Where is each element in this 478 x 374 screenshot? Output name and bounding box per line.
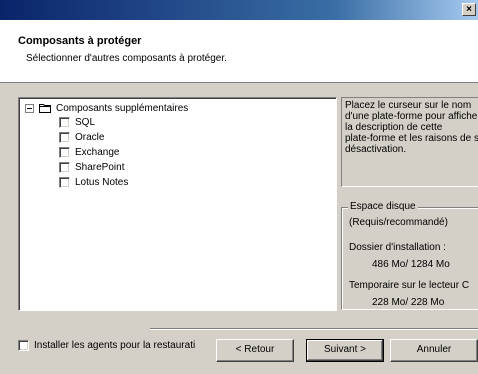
footer-separator [150, 328, 478, 330]
description-line: Placez le curseur sur le nom [345, 100, 472, 111]
close-icon: × [466, 4, 472, 15]
collapse-icon[interactable] [25, 103, 34, 113]
disk-space-group: Espace disque (Requis/recommandé) Dossie… [341, 201, 478, 310]
tree-item-sharepoint[interactable]: SharePoint [59, 161, 124, 173]
tree-item-oracle[interactable]: Oracle [59, 131, 104, 143]
description-line: plate-forme et les raisons de sa [345, 133, 478, 144]
description-line: désactivation. [345, 144, 407, 155]
install-agents-option[interactable]: Installer les agents pour la restaurati [18, 340, 195, 351]
back-button[interactable]: < Retour [216, 339, 294, 362]
page-subtitle: Sélectionner d'autres composants à proté… [26, 53, 227, 64]
page-title: Composants à protéger [18, 35, 142, 47]
install-folder-label: Dossier d'installation : [349, 242, 446, 253]
tree-item-label: SQL [75, 116, 96, 128]
oracle-checkbox[interactable] [59, 131, 70, 143]
tree-item-lotus-notes[interactable]: Lotus Notes [59, 176, 128, 188]
tree-item-exchange[interactable]: Exchange [59, 146, 119, 158]
disk-space-legend: Espace disque [348, 201, 418, 212]
components-tree[interactable]: Composants supplémentaires SQL Oracle Ex… [18, 97, 337, 311]
close-button[interactable]: × [462, 3, 476, 16]
cancel-button-label: Annuler [416, 344, 452, 355]
tree-item-label: Exchange [75, 146, 120, 158]
disk-required-label: (Requis/recommandé) [349, 217, 448, 228]
wizard-header: Composants à protéger Sélectionner d'aut… [0, 20, 478, 83]
sharepoint-checkbox[interactable] [59, 161, 70, 173]
install-agents-label: Installer les agents pour la restaurati [34, 340, 196, 351]
install-folder-value: 486 Mo/ 1284 Mo [372, 259, 450, 270]
folder-icon [39, 104, 51, 113]
description-panel: Placez le curseur sur le nom d'une plate… [341, 97, 478, 187]
title-bar: × [0, 0, 478, 20]
lotus-notes-checkbox[interactable] [59, 176, 70, 188]
next-button-label: Suivant > [324, 344, 366, 355]
cancel-button[interactable]: Annuler [390, 339, 478, 362]
tree-root-node[interactable]: Composants supplémentaires [25, 102, 188, 114]
description-line: d'une plate-forme pour afficher [345, 111, 478, 122]
tree-item-label: SharePoint [75, 161, 125, 173]
sql-checkbox[interactable] [59, 116, 70, 128]
tree-item-label: Oracle [75, 131, 105, 143]
temp-drive-label: Temporaire sur le lecteur C [349, 280, 470, 291]
tree-item-sql[interactable]: SQL [59, 116, 95, 128]
temp-drive-value: 228 Mo/ 228 Mo [372, 297, 445, 308]
next-button[interactable]: Suivant > [306, 339, 384, 362]
tree-root-label: Composants supplémentaires [56, 102, 189, 114]
tree-item-label: Lotus Notes [75, 176, 129, 188]
back-button-label: < Retour [235, 344, 275, 355]
install-agents-checkbox[interactable] [18, 340, 29, 351]
description-line: la description de cette [345, 122, 443, 133]
exchange-checkbox[interactable] [59, 146, 70, 158]
